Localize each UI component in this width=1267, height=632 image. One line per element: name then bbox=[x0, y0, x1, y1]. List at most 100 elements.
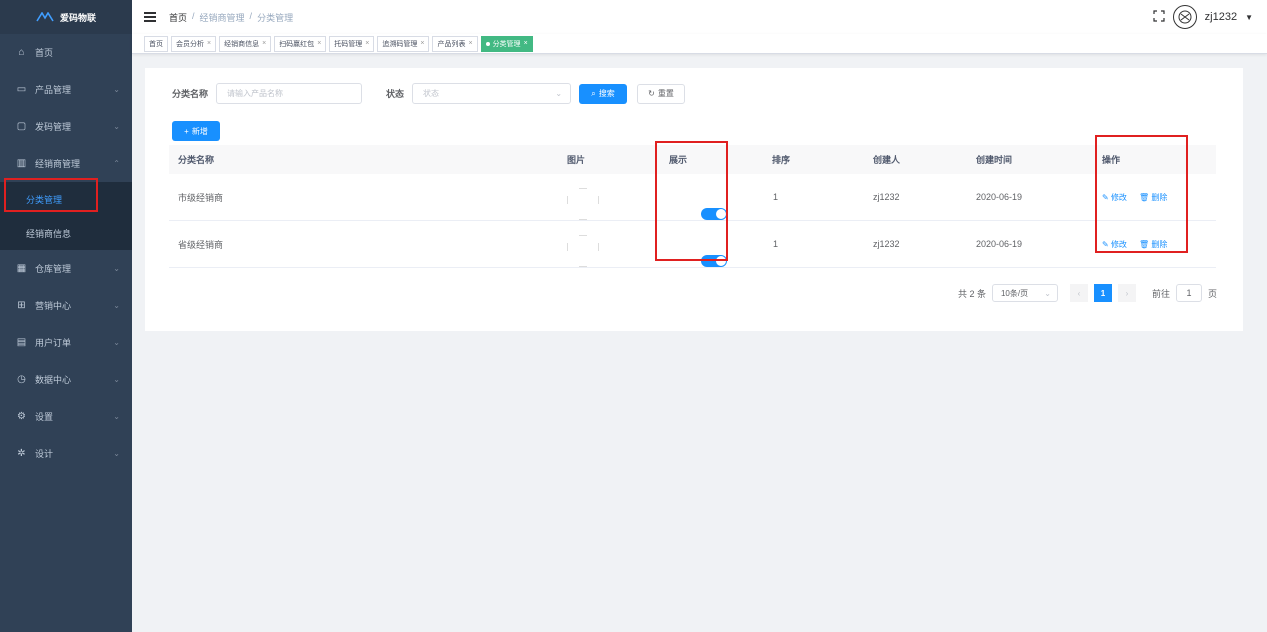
design-icon: ✲ bbox=[17, 448, 26, 459]
delete-label: 删除 bbox=[1151, 192, 1168, 202]
page-size-select[interactable]: 10条/页 ⌄ bbox=[991, 284, 1058, 302]
chevron-down-icon: ⌄ bbox=[113, 301, 120, 310]
close-icon[interactable]: × bbox=[524, 40, 528, 47]
chevron-down-icon: ⌄ bbox=[113, 85, 120, 94]
tags-bar: 首页 会员分析 × 经销商信息 × 扫码赢红包 × 托码管理 × 追溯码管理 × 产品列表… bbox=[132, 34, 1267, 54]
table-row: 省级经销商 1 zj1232 2020-06-19 ✎ 修改 🗑 删除 bbox=[169, 221, 1216, 268]
tag-label: 追溯码管理 bbox=[382, 40, 418, 48]
sidebar-item-label: 用户订单 bbox=[35, 338, 72, 348]
trash-icon: 🗑 bbox=[1139, 239, 1150, 249]
page-number[interactable]: 1 bbox=[1093, 284, 1112, 302]
sidebar-item-label: 仓库管理 bbox=[35, 264, 72, 274]
category-name: 省级经销商 bbox=[178, 239, 224, 250]
search-button[interactable]: ⌕ 搜索 bbox=[579, 83, 628, 104]
add-button[interactable]: + 新增 bbox=[172, 121, 220, 141]
sidebar-item-codes[interactable]: ▢ 发码管理 ⌄ bbox=[0, 108, 132, 145]
username[interactable]: zj1232 bbox=[1205, 11, 1237, 23]
edit-label: 修改 bbox=[1110, 192, 1127, 202]
tag-member-analysis[interactable]: 会员分析 × bbox=[171, 35, 217, 52]
sidebar-item-label: 产品管理 bbox=[35, 85, 72, 95]
building-icon: ▥ bbox=[16, 158, 27, 169]
chevron-down-icon: ⌄ bbox=[555, 89, 563, 98]
tag-category-active[interactable]: 分类管理 × bbox=[480, 35, 533, 52]
column-header: 图片 bbox=[567, 155, 586, 165]
hamburger-icon[interactable] bbox=[144, 12, 156, 22]
delete-label: 删除 bbox=[1151, 239, 1168, 249]
chevron-down-icon: ⌄ bbox=[113, 449, 120, 458]
close-icon[interactable]: × bbox=[365, 40, 369, 47]
pagination: 共 2 条 10条/页 ⌄ ‹ 1 › 前往 1 页 bbox=[958, 284, 1217, 302]
close-icon[interactable]: × bbox=[468, 40, 472, 47]
edit-button[interactable]: ✎ 修改 bbox=[1102, 239, 1127, 250]
box-icon: ▭ bbox=[16, 84, 27, 95]
tag-trace-code[interactable]: 追溯码管理 × bbox=[377, 35, 430, 52]
tag-dealer-info[interactable]: 经销商信息 × bbox=[219, 35, 272, 52]
page-suffix: 页 bbox=[1207, 288, 1217, 299]
sidebar-item-label: 数据中心 bbox=[35, 375, 72, 385]
plus-icon: + bbox=[184, 126, 189, 136]
chevron-down-icon: ⌄ bbox=[113, 412, 120, 421]
logo-icon bbox=[36, 11, 54, 22]
search-form: 分类名称 请输入产品名称 状态 状态 ⌄ ⌕ 搜索 ↻ 重置 bbox=[172, 83, 686, 104]
category-name-input[interactable]: 请输入产品名称 bbox=[216, 83, 363, 104]
avatar[interactable] bbox=[1172, 5, 1197, 29]
sidebar-item-dealers[interactable]: ▥ 经销商管理 ⌃ bbox=[0, 145, 132, 182]
fullscreen-icon[interactable] bbox=[1153, 10, 1165, 24]
sidebar-subitem-label: 分类管理 bbox=[26, 194, 63, 205]
status-select[interactable]: 状态 ⌄ bbox=[412, 83, 572, 104]
goto-page-input[interactable]: 1 bbox=[1175, 284, 1202, 302]
close-icon[interactable]: × bbox=[420, 40, 424, 47]
created-time: 2020-06-19 bbox=[976, 192, 1023, 202]
close-icon[interactable]: × bbox=[262, 40, 266, 47]
next-page-button[interactable]: › bbox=[1117, 284, 1136, 302]
total-count: 共 2 条 bbox=[957, 288, 986, 299]
breadcrumb-current: 分类管理 bbox=[257, 12, 294, 23]
sidebar-item-orders[interactable]: ▤ 用户订单 ⌄ bbox=[0, 324, 132, 361]
table-row: 市级经销商 1 zj1232 2020-06-19 ✎ 修改 🗑 删除 bbox=[169, 174, 1216, 221]
sidebar-subitem-category[interactable]: 分类管理 bbox=[0, 182, 132, 216]
breadcrumb-dealers: 经销商管理 bbox=[199, 12, 245, 23]
add-button-label: 新增 bbox=[191, 126, 208, 136]
creator: zj1232 bbox=[873, 239, 900, 249]
prev-page-button[interactable]: ‹ bbox=[1069, 284, 1088, 302]
input-placeholder: 请输入产品名称 bbox=[227, 89, 284, 98]
column-header: 分类名称 bbox=[178, 155, 215, 165]
sidebar-item-design[interactable]: ✲ 设计 ⌄ bbox=[0, 435, 132, 472]
column-header: 操作 bbox=[1102, 155, 1121, 165]
creator: zj1232 bbox=[873, 192, 900, 202]
chevron-down-icon: ⌄ bbox=[113, 264, 120, 273]
sidebar-item-products[interactable]: ▭ 产品管理 ⌄ bbox=[0, 71, 132, 108]
delete-button[interactable]: 🗑 删除 bbox=[1139, 192, 1167, 203]
breadcrumb-home[interactable]: 首页 bbox=[169, 11, 187, 24]
close-icon[interactable]: × bbox=[317, 40, 321, 47]
tag-label: 分类管理 bbox=[492, 40, 521, 48]
delete-button[interactable]: 🗑 删除 bbox=[1139, 239, 1167, 250]
sidebar-item-label: 设计 bbox=[35, 449, 54, 459]
reset-button[interactable]: ↻ 重置 bbox=[637, 83, 686, 104]
show-toggle[interactable] bbox=[701, 208, 727, 220]
sort-value: 1 bbox=[773, 239, 779, 249]
edit-button[interactable]: ✎ 修改 bbox=[1102, 192, 1127, 203]
sidebar-item-home[interactable]: ⌂ 首页 bbox=[0, 34, 132, 71]
tag-pallet-code[interactable]: 托码管理 × bbox=[329, 35, 375, 52]
tag-product-list[interactable]: 产品列表 × bbox=[432, 35, 478, 52]
sort-value: 1 bbox=[773, 192, 779, 202]
tag-scan-redpacket[interactable]: 扫码赢红包 × bbox=[274, 35, 327, 52]
page-size-value: 10条/页 bbox=[1000, 288, 1029, 298]
tag-home[interactable]: 首页 bbox=[144, 35, 168, 52]
tag-label: 托码管理 bbox=[334, 40, 363, 48]
sidebar-item-marketing[interactable]: ⊞ 营销中心 ⌄ bbox=[0, 287, 132, 324]
category-name-label: 分类名称 bbox=[172, 89, 209, 99]
sidebar-item-settings[interactable]: ⚙ 设置 ⌄ bbox=[0, 398, 132, 435]
caret-down-icon[interactable]: ▼ bbox=[1245, 13, 1253, 22]
sidebar-subitem-dealer-info[interactable]: 经销商信息 bbox=[0, 216, 132, 250]
sidebar-item-data[interactable]: ◷ 数据中心 ⌄ bbox=[0, 361, 132, 398]
reset-button-label: 重置 bbox=[657, 89, 674, 98]
category-name: 市级经销商 bbox=[178, 192, 224, 203]
show-toggle[interactable] bbox=[701, 255, 727, 267]
table-header: 分类名称 图片 展示 排序 创建人 创建时间 操作 bbox=[169, 145, 1216, 174]
sidebar-item-warehouse[interactable]: ▦ 仓库管理 ⌄ bbox=[0, 250, 132, 287]
logo: 爱码物联 bbox=[0, 0, 132, 34]
close-icon[interactable]: × bbox=[207, 40, 211, 47]
chevron-down-icon: ⌄ bbox=[1044, 288, 1051, 298]
